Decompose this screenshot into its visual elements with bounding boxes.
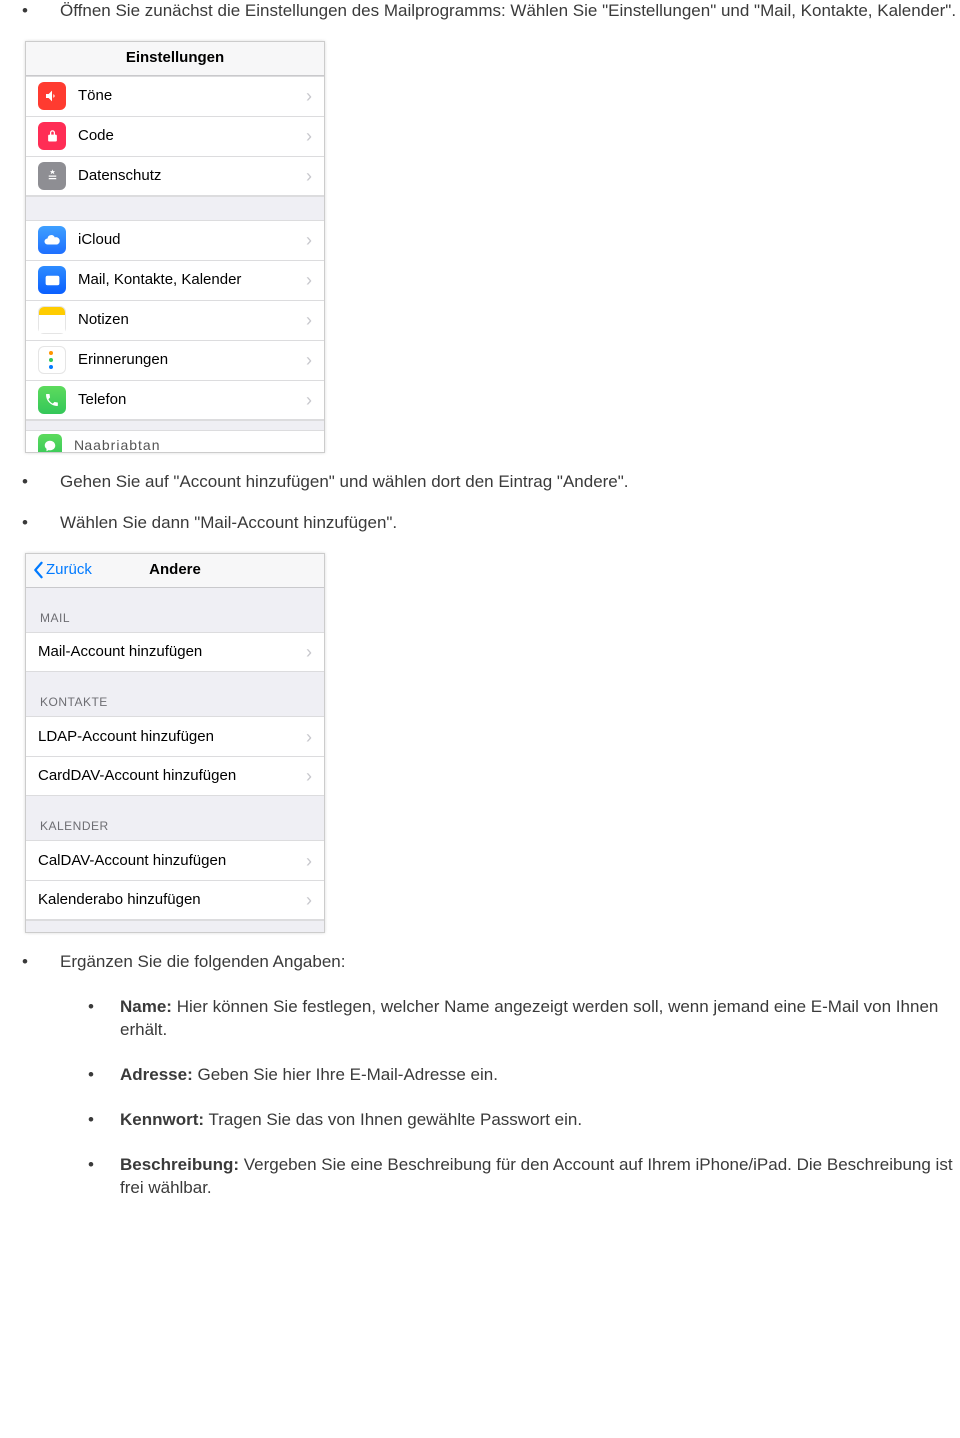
section-gap [26,420,324,430]
field-label: Adresse: [120,1065,193,1084]
row-label: Code [78,126,306,146]
row-mail-contacts-calendar[interactable]: Mail, Kontakte, Kalender › [26,260,324,300]
row-passcode[interactable]: Code › [26,116,324,156]
field-description: Beschreibung: Vergeben Sie eine Beschrei… [60,1154,960,1200]
navbar-title: Einstellungen [126,48,224,68]
chevron-right-icon: › [306,127,312,145]
reminders-icon [38,346,66,374]
step-4: Ergänzen Sie die folgenden Angaben: Name… [0,951,960,1200]
row-label: iCloud [78,230,306,250]
row-add-ldap-account[interactable]: LDAP-Account hinzufügen › [26,716,324,756]
chevron-right-icon: › [306,311,312,329]
chevron-right-icon: › [306,87,312,105]
row-label: CalDAV-Account hinzufügen [38,851,306,871]
chevron-right-icon: › [306,728,312,746]
chevron-right-icon: › [306,891,312,909]
privacy-icon [38,162,66,190]
screenshot-settings: Einstellungen Töne › Code › Datenschutz … [25,41,325,453]
instruction-list: Öffnen Sie zunächst die Einstellungen de… [0,0,960,23]
field-address: Adresse: Geben Sie hier Ihre E-Mail-Adre… [60,1064,960,1087]
navbar: Einstellungen [26,42,324,76]
chevron-right-icon: › [306,351,312,369]
field-name: Name: Hier können Sie festlegen, welcher… [60,996,960,1042]
navbar-title: Andere [149,560,201,580]
messages-icon [38,434,62,452]
back-button[interactable]: Zurück [32,560,92,580]
row-label: Mail, Kontakte, Kalender [78,270,306,290]
row-label: Mail-Account hinzufügen [38,642,306,662]
sounds-icon [38,82,66,110]
field-text: Tragen Sie das von Ihnen gewählte Passwo… [204,1110,582,1129]
field-label: Beschreibung: [120,1155,239,1174]
step-1: Öffnen Sie zunächst die Einstellungen de… [0,0,960,23]
row-label: Notizen [78,310,306,330]
step-3-text: Wählen Sie dann "Mail-Account hinzufügen… [60,513,397,532]
group-calendar: KALENDER [26,796,324,840]
icloud-icon [38,226,66,254]
row-sounds[interactable]: Töne › [26,76,324,116]
screenshot-other: Zurück Andere MAIL Mail-Account hinzufüg… [25,553,325,934]
field-text: Geben Sie hier Ihre E-Mail-Adresse ein. [193,1065,498,1084]
step-2-text: Gehen Sie auf "Account hinzufügen" und w… [60,472,629,491]
chevron-left-icon [32,561,44,579]
mail-icon [38,266,66,294]
field-text: Hier können Sie festlegen, welcher Name … [120,997,938,1039]
row-label: Erinnerungen [78,350,306,370]
chevron-right-icon: › [306,852,312,870]
field-password: Kennwort: Tragen Sie das von Ihnen gewäh… [60,1109,960,1132]
row-icloud[interactable]: iCloud › [26,220,324,260]
chevron-right-icon: › [306,231,312,249]
chevron-right-icon: › [306,271,312,289]
row-reminders[interactable]: Erinnerungen › [26,340,324,380]
row-add-mail-account[interactable]: Mail-Account hinzufügen › [26,632,324,672]
field-text: Vergeben Sie eine Beschreibung für den A… [120,1155,953,1197]
step-4-text: Ergänzen Sie die folgenden Angaben: [60,952,345,971]
field-description-list: Name: Hier können Sie festlegen, welcher… [60,996,960,1200]
row-notes[interactable]: Notizen › [26,300,324,340]
back-label: Zurück [46,560,92,580]
instruction-list-3: Ergänzen Sie die folgenden Angaben: Name… [0,951,960,1200]
row-phone[interactable]: Telefon › [26,380,324,420]
row-messages-cut: Naabriabtan [26,430,324,452]
phone-icon [38,386,66,414]
row-label: LDAP-Account hinzufügen [38,727,306,747]
row-add-carddav-account[interactable]: CardDAV-Account hinzufügen › [26,756,324,796]
row-label: Töne [78,86,306,106]
step-2: Gehen Sie auf "Account hinzufügen" und w… [0,471,960,494]
chevron-right-icon: › [306,643,312,661]
instruction-list-2: Gehen Sie auf "Account hinzufügen" und w… [0,471,960,535]
chevron-right-icon: › [306,767,312,785]
row-add-caldav-account[interactable]: CalDAV-Account hinzufügen › [26,840,324,880]
step-1-text: Öffnen Sie zunächst die Einstellungen de… [60,1,956,20]
field-label: Name: [120,997,172,1016]
section-gap [26,196,324,220]
lock-icon [38,122,66,150]
group-contacts: KONTAKTE [26,672,324,716]
group-mail: MAIL [26,588,324,632]
row-privacy[interactable]: Datenschutz › [26,156,324,196]
step-3: Wählen Sie dann "Mail-Account hinzufügen… [0,512,960,535]
field-label: Kennwort: [120,1110,204,1129]
row-label: CardDAV-Account hinzufügen [38,766,306,786]
row-label: Datenschutz [78,166,306,186]
navbar: Zurück Andere [26,554,324,588]
notes-icon [38,306,66,334]
row-label: Telefon [78,390,306,410]
row-label: Kalenderabo hinzufügen [38,890,306,910]
bottom-spacer [26,920,324,932]
row-add-calendar-subscription[interactable]: Kalenderabo hinzufügen › [26,880,324,920]
chevron-right-icon: › [306,167,312,185]
chevron-right-icon: › [306,391,312,409]
